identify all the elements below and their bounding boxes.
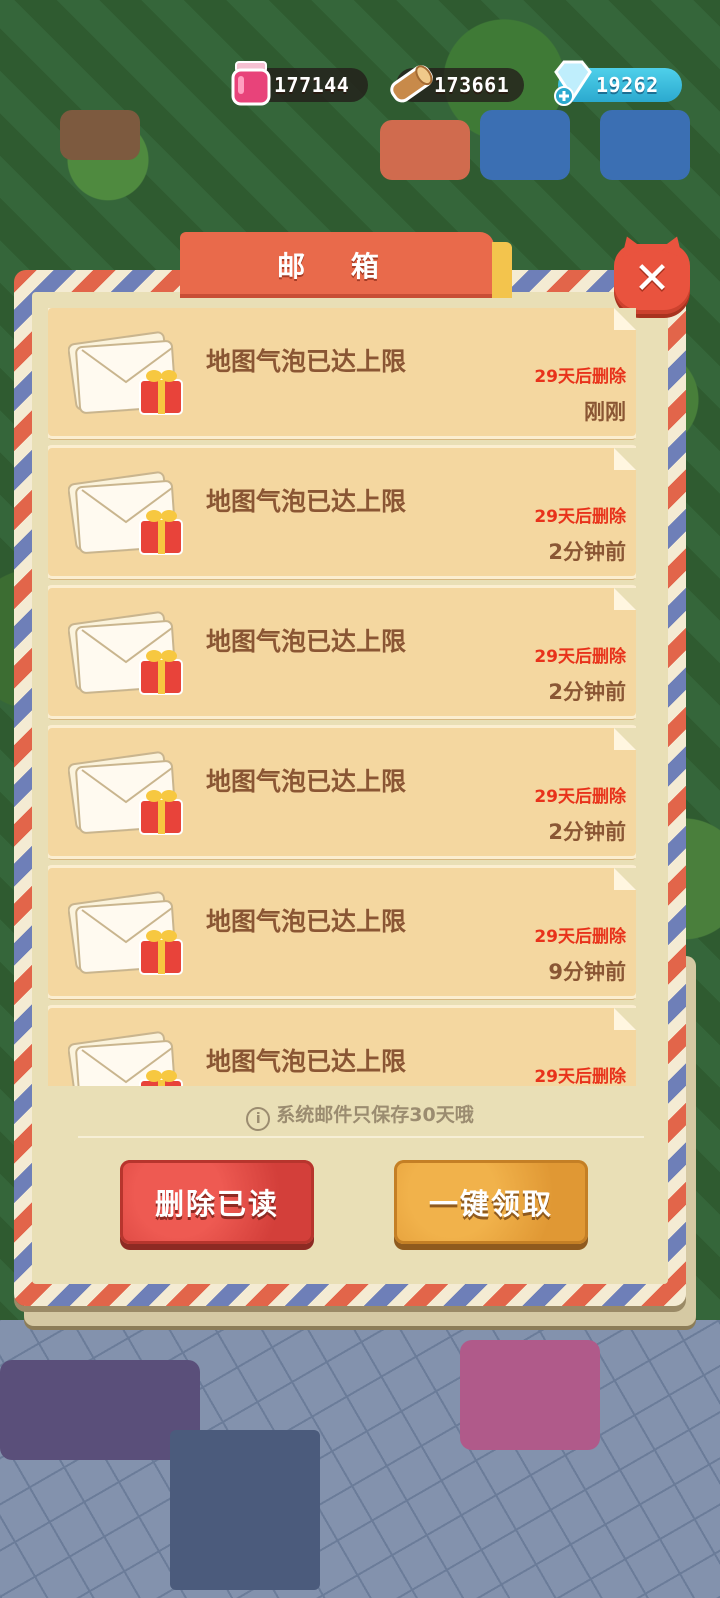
mail-expire: 29天后删除: [534, 927, 626, 947]
mail-title: 地图气泡已达上限: [206, 1047, 407, 1076]
mail-title: 地图气泡已达上限: [206, 767, 407, 796]
mail-item[interactable]: 地图气泡已达上限 29天后删除: [48, 1008, 636, 1086]
mail-item[interactable]: 地图气泡已达上限 29天后删除 刚刚: [48, 308, 636, 436]
mail-expire: 29天后删除: [534, 647, 626, 667]
info-icon: i: [246, 1107, 271, 1131]
robot-decoration: [480, 110, 570, 180]
close-icon: ✕: [633, 253, 671, 304]
diamond-plus-icon: [554, 60, 592, 106]
envelope-gift-icon: [68, 471, 183, 555]
mail-title: 地图气泡已达上限: [206, 347, 407, 376]
envelope-gift-icon: [68, 751, 183, 835]
retention-notice: i 系统邮件只保存30天哦: [0, 1100, 720, 1131]
envelope-gift-icon: [68, 331, 183, 415]
close-button[interactable]: ✕: [614, 244, 690, 314]
mail-title: 地图气泡已达上限: [206, 487, 407, 516]
mail-time: 刚刚: [584, 400, 626, 424]
envelope-gift-icon: [68, 1031, 183, 1086]
jam-counter[interactable]: 177144: [231, 61, 368, 106]
collect-all-button[interactable]: 一键领取: [394, 1160, 588, 1244]
mailbox-title: 邮 箱: [180, 232, 512, 298]
mail-item[interactable]: 地图气泡已达上限 29天后删除 9分钟前: [48, 868, 636, 996]
building-decoration: [60, 110, 140, 160]
wood-counter[interactable]: 173661: [390, 65, 524, 103]
gem-counter[interactable]: 19262: [554, 60, 682, 106]
mail-expire: 29天后删除: [534, 367, 626, 387]
mail-item[interactable]: 地图气泡已达上限 29天后删除 2分钟前: [48, 728, 636, 856]
mail-time: 2分钟前: [548, 820, 626, 844]
mail-item[interactable]: 地图气泡已达上限 29天后删除 2分钟前: [48, 448, 636, 576]
mail-expire: 29天后删除: [534, 507, 626, 527]
food-cart: [460, 1340, 600, 1450]
cake-decoration: [380, 120, 470, 180]
robot-decoration-2: [600, 110, 690, 180]
delete-read-button[interactable]: 删除已读: [120, 1160, 314, 1244]
divider: [78, 1136, 644, 1138]
envelope-gift-icon: [68, 891, 183, 975]
mail-list[interactable]: 地图气泡已达上限 29天后删除 刚刚 地图气泡已达上限 29天后删除 2分钟前: [48, 308, 636, 1086]
notice-text: 系统邮件只保存30天哦: [276, 1104, 474, 1126]
mail-expire: 29天后删除: [534, 787, 626, 807]
wood-log-icon: [390, 65, 433, 103]
mail-time: 9分钟前: [548, 960, 626, 984]
jam-jar-icon: [231, 61, 271, 106]
house-building: [170, 1430, 320, 1590]
envelope-gift-icon: [68, 611, 183, 695]
mail-expire: 29天后删除: [534, 1067, 626, 1086]
mail-time: 2分钟前: [548, 680, 626, 704]
mail-item[interactable]: 地图气泡已达上限 29天后删除 2分钟前: [48, 588, 636, 716]
mail-title: 地图气泡已达上限: [206, 627, 407, 656]
mail-time: 2分钟前: [548, 540, 626, 564]
mail-title: 地图气泡已达上限: [206, 907, 407, 936]
